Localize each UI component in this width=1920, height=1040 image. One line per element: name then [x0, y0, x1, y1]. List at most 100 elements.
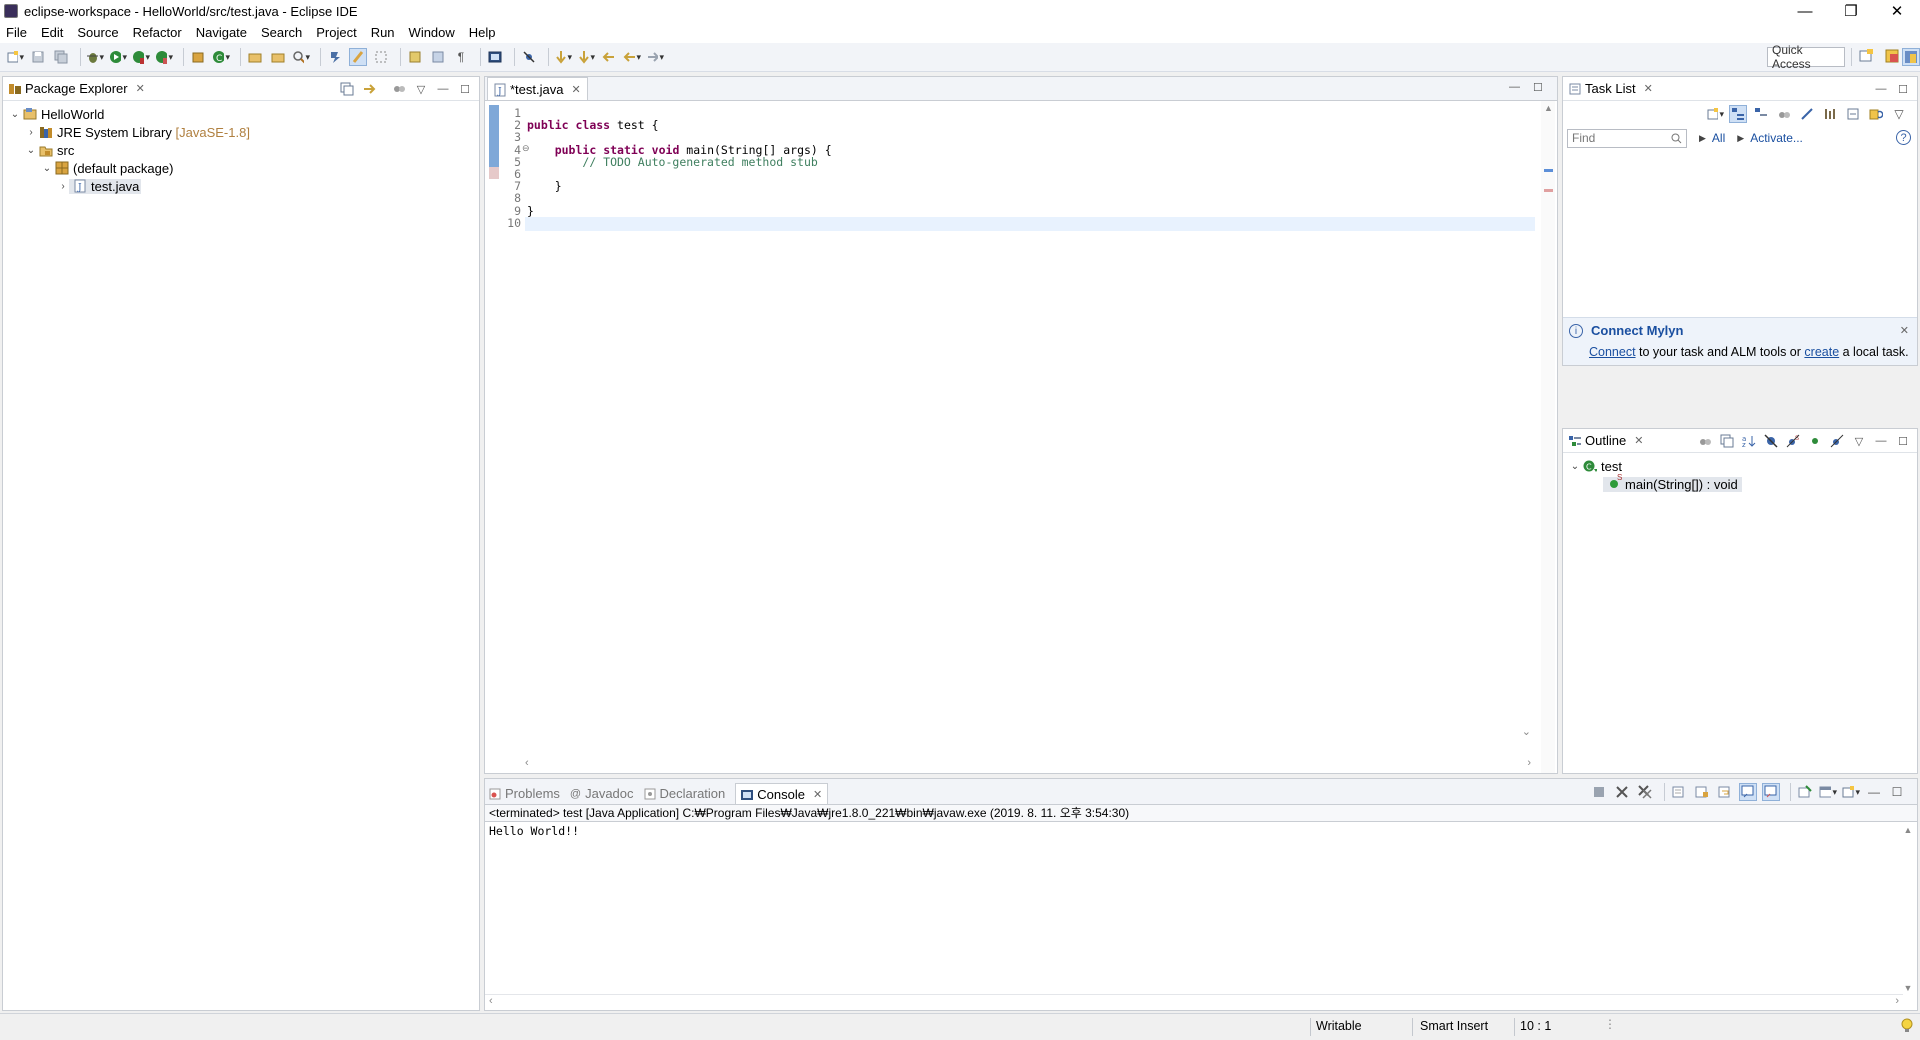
minimize-view-icon[interactable]: —: [435, 81, 451, 97]
help-icon[interactable]: ?: [1896, 130, 1911, 145]
tab-test-java[interactable]: J *test.java ✕: [487, 77, 588, 101]
outline-maximize-icon[interactable]: ☐: [1895, 433, 1911, 449]
tree-node-default-package[interactable]: ⌄ (default package): [3, 159, 479, 177]
menu-window[interactable]: Window: [409, 25, 455, 40]
forward-icon[interactable]: [646, 48, 664, 66]
show-whitespace-icon[interactable]: ¶: [452, 48, 470, 66]
vertical-scroll-down-icon[interactable]: ⌄: [1522, 725, 1531, 738]
console-vertical-scrollbar[interactable]: ▲ ▼: [1901, 825, 1915, 993]
prev-annotation-icon[interactable]: [429, 48, 447, 66]
scroll-down-icon[interactable]: ▼: [1901, 983, 1915, 993]
open-console-icon[interactable]: [1842, 783, 1860, 801]
insert-mode-status[interactable]: Smart Insert: [1420, 1019, 1488, 1033]
terminal-icon[interactable]: [486, 48, 504, 66]
console-output[interactable]: Hello World!!: [485, 822, 1917, 840]
tab-problems[interactable]: Problems: [489, 786, 560, 801]
menu-navigate[interactable]: Navigate: [196, 25, 247, 40]
display-selected-console-icon[interactable]: [1819, 783, 1837, 801]
scroll-left-icon[interactable]: ‹: [525, 757, 529, 769]
new-icon[interactable]: [6, 48, 24, 66]
categorized-icon[interactable]: [1729, 105, 1747, 123]
console-tab-close-icon[interactable]: ✕: [813, 788, 822, 801]
menu-search[interactable]: Search: [261, 25, 302, 40]
console-horizontal-scrollbar[interactable]: ‹ ›: [485, 994, 1903, 1010]
hide-non-public-icon[interactable]: [1807, 433, 1823, 449]
scroll-up-icon[interactable]: ▲: [1544, 103, 1553, 113]
console-maximize-icon[interactable]: ☐: [1888, 783, 1906, 801]
selected-file[interactable]: J test.java: [69, 178, 142, 194]
minimize-button[interactable]: —: [1782, 0, 1828, 22]
menu-file[interactable]: File: [6, 25, 27, 40]
hide-local-types-icon[interactable]: [1829, 433, 1845, 449]
show-console-stdout-icon[interactable]: [1739, 783, 1757, 801]
quick-access-field[interactable]: Quick Access: [1767, 43, 1845, 71]
toggle-breadcrumb-icon[interactable]: [326, 48, 344, 66]
menu-project[interactable]: Project: [316, 25, 356, 40]
chevron-down-icon[interactable]: ⌄: [41, 163, 53, 174]
new-java-package-icon[interactable]: [189, 48, 207, 66]
task-list-minimize-icon[interactable]: —: [1873, 81, 1889, 97]
sort-icon[interactable]: az: [1741, 433, 1757, 449]
task-list-view-menu-icon[interactable]: ▽: [1890, 105, 1908, 123]
open-task-icon[interactable]: [269, 48, 287, 66]
remove-all-terminated-icon[interactable]: [1636, 783, 1654, 801]
editor-maximize-icon[interactable]: ☐: [1533, 81, 1549, 94]
java-perspective-icon[interactable]: [1902, 48, 1920, 66]
menu-source[interactable]: Source: [77, 25, 118, 40]
editor-content[interactable]: 1 2 3 4 5 6 7 8 9 10 ⊖ public class test…: [484, 100, 1558, 774]
back-icon[interactable]: [623, 48, 641, 66]
task-list-close-icon[interactable]: ✕: [1644, 82, 1653, 95]
outline-minimize-icon[interactable]: —: [1873, 433, 1889, 449]
outline-view-menu-icon[interactable]: ▽: [1851, 433, 1867, 449]
menu-help[interactable]: Help: [469, 25, 496, 40]
outline-node-method[interactable]: S main(String[]) : void: [1563, 473, 1917, 493]
java-ee-perspective-icon[interactable]: [1884, 48, 1902, 66]
hide-static-icon[interactable]: S: [1785, 433, 1801, 449]
collapse-all-tasks-icon[interactable]: [1844, 105, 1862, 123]
tree-node-src[interactable]: ⌄ src: [3, 141, 479, 159]
tab-console[interactable]: Console ✕: [735, 783, 829, 805]
pin-console-icon[interactable]: [1796, 783, 1814, 801]
tree-node-test-java[interactable]: › J test.java: [3, 177, 479, 195]
mark-occurrences-icon[interactable]: [349, 48, 367, 66]
outline-focus-icon[interactable]: [1697, 433, 1713, 449]
status-drag-handle[interactable]: ⋮: [1604, 1017, 1616, 1031]
coverage-icon[interactable]: [132, 48, 150, 66]
block-selection-icon[interactable]: [372, 48, 390, 66]
close-window-button[interactable]: ✕: [1874, 0, 1920, 22]
filter-all-link[interactable]: All: [1712, 131, 1725, 145]
create-link[interactable]: create: [1804, 345, 1839, 359]
tree-node-helloworld[interactable]: ⌄ HelloWorld: [3, 105, 479, 123]
overview-ruler[interactable]: ▲: [1541, 101, 1555, 773]
last-edit-location-icon[interactable]: [600, 48, 618, 66]
scroll-left-icon[interactable]: ‹: [489, 995, 493, 1007]
terminate-icon[interactable]: [1590, 783, 1608, 801]
editor-minimize-icon[interactable]: —: [1509, 81, 1525, 94]
restore-button[interactable]: ❐: [1828, 0, 1874, 22]
focus-workweek-icon[interactable]: [1775, 105, 1793, 123]
scroll-right-icon[interactable]: ›: [1527, 757, 1531, 769]
open-type-icon[interactable]: [246, 48, 264, 66]
word-wrap-icon[interactable]: [1716, 783, 1734, 801]
next-annotation-icon[interactable]: [406, 48, 424, 66]
maximize-view-icon[interactable]: ☐: [457, 81, 473, 97]
link-with-editor-icon[interactable]: [361, 81, 377, 97]
console-minimize-icon[interactable]: —: [1865, 783, 1883, 801]
show-subtasks-icon[interactable]: [1821, 105, 1839, 123]
tab-close-icon[interactable]: ✕: [571, 83, 580, 96]
overview-marker[interactable]: [1544, 189, 1553, 192]
focus-on-active-task-icon[interactable]: [391, 81, 407, 97]
search-icon[interactable]: [292, 48, 310, 66]
scroll-lock-icon[interactable]: [1693, 783, 1711, 801]
task-list-maximize-icon[interactable]: ☐: [1895, 81, 1911, 97]
debug-icon[interactable]: [86, 48, 104, 66]
scroll-right-icon[interactable]: ›: [1895, 995, 1899, 1007]
hide-fields-icon[interactable]: [1763, 433, 1779, 449]
view-menu-icon[interactable]: ▽: [413, 81, 429, 97]
synchronize-icon[interactable]: [1867, 105, 1885, 123]
run-icon[interactable]: [109, 48, 127, 66]
console-content[interactable]: <terminated> test [Java Application] C:₩…: [484, 804, 1918, 1011]
chevron-down-icon[interactable]: ⌄: [9, 109, 21, 120]
skip-breakpoints-icon[interactable]: [520, 48, 538, 66]
menu-edit[interactable]: Edit: [41, 25, 63, 40]
